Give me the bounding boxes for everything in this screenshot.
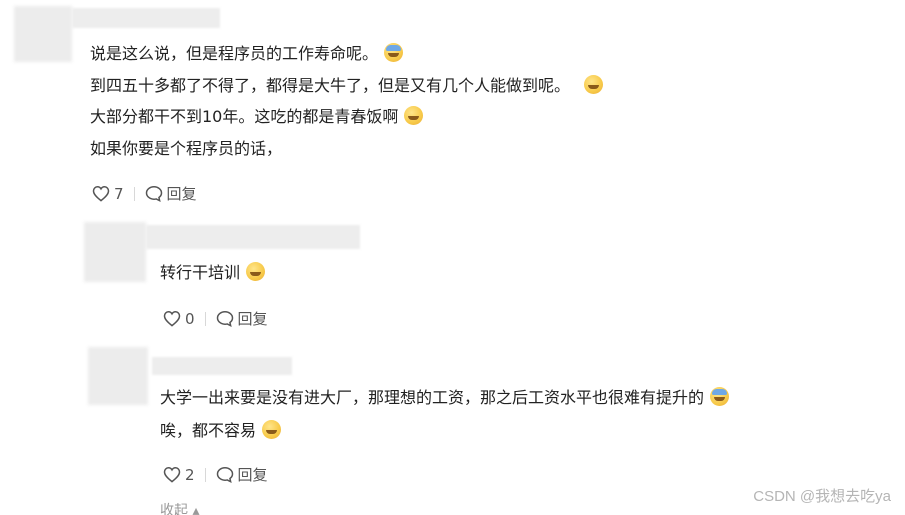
like-count: 2 — [185, 465, 195, 484]
comment-text: 说是这么说，但是程序员的工作寿命呢。 — [90, 43, 404, 65]
emoji-icon — [384, 43, 404, 62]
comment-actions: 2 回复 — [163, 464, 268, 485]
divider — [133, 186, 135, 201]
username[interactable] — [72, 8, 220, 28]
username[interactable] — [146, 225, 360, 249]
collapse-link[interactable]: 收起 ▴ — [160, 500, 199, 515]
comment-icon — [216, 466, 233, 483]
emoji-icon — [404, 106, 424, 125]
reply-label: 回复 — [237, 310, 268, 328]
avatar[interactable] — [14, 6, 72, 62]
avatar[interactable] — [84, 222, 146, 282]
like-count: 7 — [114, 184, 124, 203]
comment-text: 到四五十多都了不得了，都得是大牛了，但是又有几个人能做到呢。 — [90, 75, 604, 97]
collapse-label: 收起 — [160, 503, 188, 515]
heart-icon — [163, 466, 181, 483]
like-count: 0 — [185, 309, 195, 328]
comment-text: 大部分都干不到10年。这吃的都是青春饭啊 — [90, 106, 424, 128]
emoji-icon — [710, 387, 730, 406]
heart-icon — [92, 185, 110, 202]
emoji-icon — [246, 262, 266, 281]
comment-actions: 0 回复 — [163, 308, 268, 329]
avatar[interactable] — [88, 347, 148, 405]
chevron-up-icon: ▴ — [192, 503, 200, 515]
heart-icon — [163, 310, 181, 327]
comment-text: 转行干培训 — [160, 262, 266, 284]
emoji-icon — [584, 75, 604, 94]
comment-actions: 7 回复 — [92, 183, 197, 204]
reply-button[interactable]: 回复 — [216, 308, 268, 329]
divider — [204, 467, 206, 482]
comment-icon — [216, 310, 233, 327]
watermark: CSDN @我想去吃ya — [753, 488, 891, 505]
comment-thread: 说是这么说，但是程序员的工作寿命呢。 到四五十多都了不得了，都得是大牛了，但是又… — [0, 0, 905, 515]
comment-icon — [145, 185, 162, 202]
reply-button[interactable]: 回复 — [216, 464, 268, 485]
comment-text: 唉，都不容易 — [160, 420, 282, 442]
divider — [204, 311, 206, 326]
like-button[interactable]: 7 — [92, 185, 124, 203]
like-button[interactable]: 2 — [163, 466, 195, 484]
like-button[interactable]: 0 — [163, 310, 195, 328]
comment-text: 大学一出来要是没有进大厂，那理想的工资，那之后工资水平也很难有提升的 — [160, 387, 730, 409]
reply-label: 回复 — [237, 466, 268, 484]
comment-text: 如果你要是个程序员的话， — [90, 139, 283, 158]
reply-button[interactable]: 回复 — [145, 183, 197, 204]
username[interactable] — [152, 357, 292, 375]
emoji-icon — [262, 420, 282, 439]
reply-label: 回复 — [166, 185, 197, 203]
